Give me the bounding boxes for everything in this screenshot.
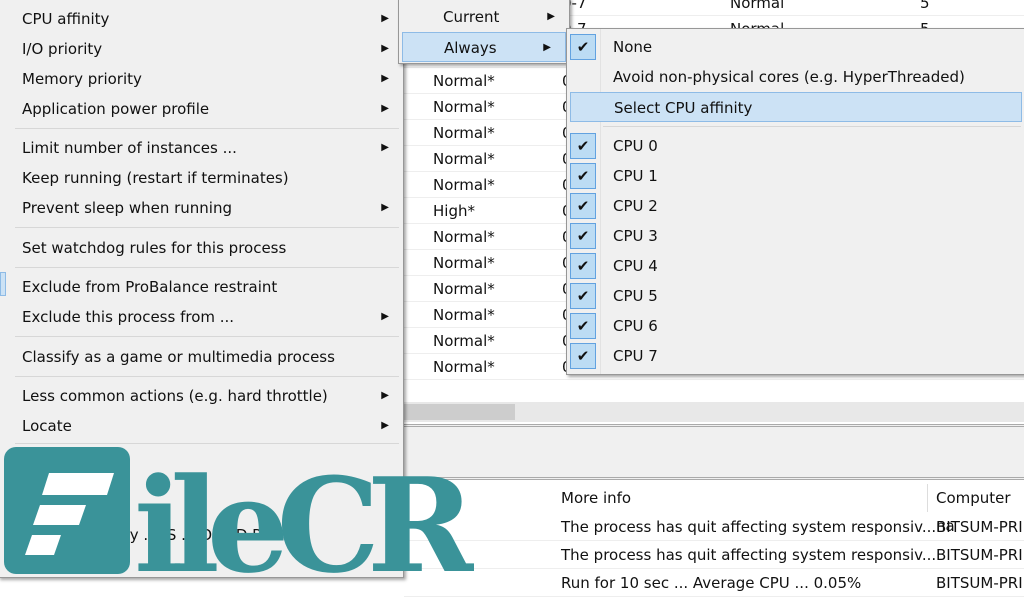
menu-item[interactable]: Prevent sleep when running ▶ <box>0 193 403 223</box>
menu-item-label: Classify as a game or multimedia process <box>22 348 335 366</box>
menu-item[interactable]: Classify as a game or multimedia process <box>0 342 403 372</box>
menu-item[interactable]: Memory priority ▶ <box>0 64 403 94</box>
menu-item-label: CPU affinity <box>22 10 110 28</box>
menu-item-current[interactable]: Current ▶ <box>399 2 569 32</box>
menu-item-cpu[interactable]: ✔ CPU 0 <box>567 131 1024 161</box>
check-icon: ✔ <box>570 283 596 309</box>
menu-separator <box>15 376 399 377</box>
chevron-right-icon: ▶ <box>547 11 555 22</box>
cpu-affinity-submenu: Current ▶ Always ▶ <box>398 0 570 64</box>
log-row[interactable]: The process has quit affecting system re… <box>404 541 1024 569</box>
menu-item-select-cpu-affinity[interactable]: Select CPU affinity <box>570 92 1022 122</box>
menu-item-label: Memory priority <box>22 70 142 88</box>
column-header-more-info[interactable]: More info <box>553 484 928 512</box>
chevron-right-icon: ▶ <box>381 13 389 24</box>
chevron-right-icon: ▶ <box>381 43 389 54</box>
menu-item[interactable]: Exclude this process from ... ▶ <box>0 302 403 332</box>
menu-item-cpu[interactable]: ✔ CPU 1 <box>567 161 1024 191</box>
menu-item[interactable]: Set watchdog rules for this process <box>0 233 403 263</box>
menu-item-label: Set watchdog rules for this process <box>22 239 287 257</box>
selection-marker <box>0 272 6 296</box>
menu-item[interactable]: Application power profile ▶ <box>0 94 403 124</box>
menu-item-label: Less common actions (e.g. hard throttle) <box>22 387 328 405</box>
filecr-watermark-logo: ileCR <box>4 447 482 597</box>
menu-item[interactable]: Exclude from ProBalance restraint <box>0 272 403 302</box>
menu-item-none[interactable]: ✔ None <box>567 32 1024 62</box>
menu-separator <box>15 267 399 268</box>
svg-text:ileCR: ileCR <box>134 449 474 575</box>
menu-item-label: Exclude this process from ... <box>22 308 235 326</box>
check-icon: ✔ <box>570 253 596 279</box>
chevron-right-icon: ▶ <box>381 390 389 401</box>
menu-item-cpu[interactable]: ✔ CPU 6 <box>567 311 1024 341</box>
chevron-right-icon: ▶ <box>381 142 389 153</box>
menu-item-avoid-non-physical[interactable]: Avoid non-physical cores (e.g. HyperThre… <box>567 62 1024 92</box>
chevron-right-icon: ▶ <box>381 202 389 213</box>
chevron-right-icon: ▶ <box>381 73 389 84</box>
menu-item[interactable]: Keep running (restart if terminates) <box>0 163 403 193</box>
menu-item-cpu[interactable]: ✔ CPU 4 <box>567 251 1024 281</box>
menu-item[interactable]: I/O priority ▶ <box>0 34 403 64</box>
splitter[interactable] <box>404 424 1024 480</box>
check-icon: ✔ <box>570 313 596 339</box>
menu-item[interactable]: CPU affinity ▶ <box>0 4 403 34</box>
menu-separator <box>15 128 399 129</box>
menu-item-cpu[interactable]: ✔ CPU 7 <box>567 341 1024 371</box>
chevron-right-icon: ▶ <box>381 420 389 431</box>
chevron-right-icon: ▶ <box>543 42 551 53</box>
menu-separator <box>15 336 399 337</box>
chevron-right-icon: ▶ <box>381 103 389 114</box>
menu-separator <box>15 227 399 228</box>
menu-item[interactable]: Limit number of instances ... ▶ <box>0 133 403 163</box>
check-icon: ✔ <box>570 163 596 189</box>
always-submenu: ✔ None Avoid non-physical cores (e.g. Hyp… <box>566 28 1024 375</box>
log-row[interactable]: The process has quit affecting system re… <box>404 513 1024 541</box>
menu-item[interactable]: Less common actions (e.g. hard throttle)… <box>0 381 403 411</box>
log-row[interactable]: Run for 10 sec ... Average CPU ... 0.05%… <box>404 569 1024 597</box>
menu-item-label: Application power profile <box>22 100 210 118</box>
check-icon: ✔ <box>570 193 596 219</box>
menu-item-label: Locate <box>22 417 72 435</box>
horizontal-scrollbar[interactable] <box>404 402 1024 422</box>
menu-item-cpu[interactable]: ✔ CPU 5 <box>567 281 1024 311</box>
menu-item-cpu[interactable]: ✔ CPU 2 <box>567 191 1024 221</box>
menu-item-label: I/O priority <box>22 40 103 58</box>
check-icon: ✔ <box>570 223 596 249</box>
menu-item[interactable]: Locate ▶ <box>0 411 403 441</box>
menu-item-label: Keep running (restart if terminates) <box>22 169 289 187</box>
chevron-right-icon: ▶ <box>381 311 389 322</box>
check-icon: ✔ <box>570 34 596 60</box>
check-icon: ✔ <box>570 343 596 369</box>
menu-item-always[interactable]: Always ▶ <box>402 32 566 62</box>
menu-item-cpu[interactable]: ✔ CPU 3 <box>567 221 1024 251</box>
check-icon: ✔ <box>570 133 596 159</box>
menu-separator <box>15 443 399 444</box>
column-header-computer[interactable]: Computer na <box>928 484 1024 535</box>
menu-item-label: Exclude from ProBalance restraint <box>22 278 278 296</box>
scrollbar-thumb[interactable] <box>404 404 515 420</box>
menu-item-label: Prevent sleep when running <box>22 199 232 217</box>
menu-item-label: Limit number of instances ... <box>22 139 237 157</box>
